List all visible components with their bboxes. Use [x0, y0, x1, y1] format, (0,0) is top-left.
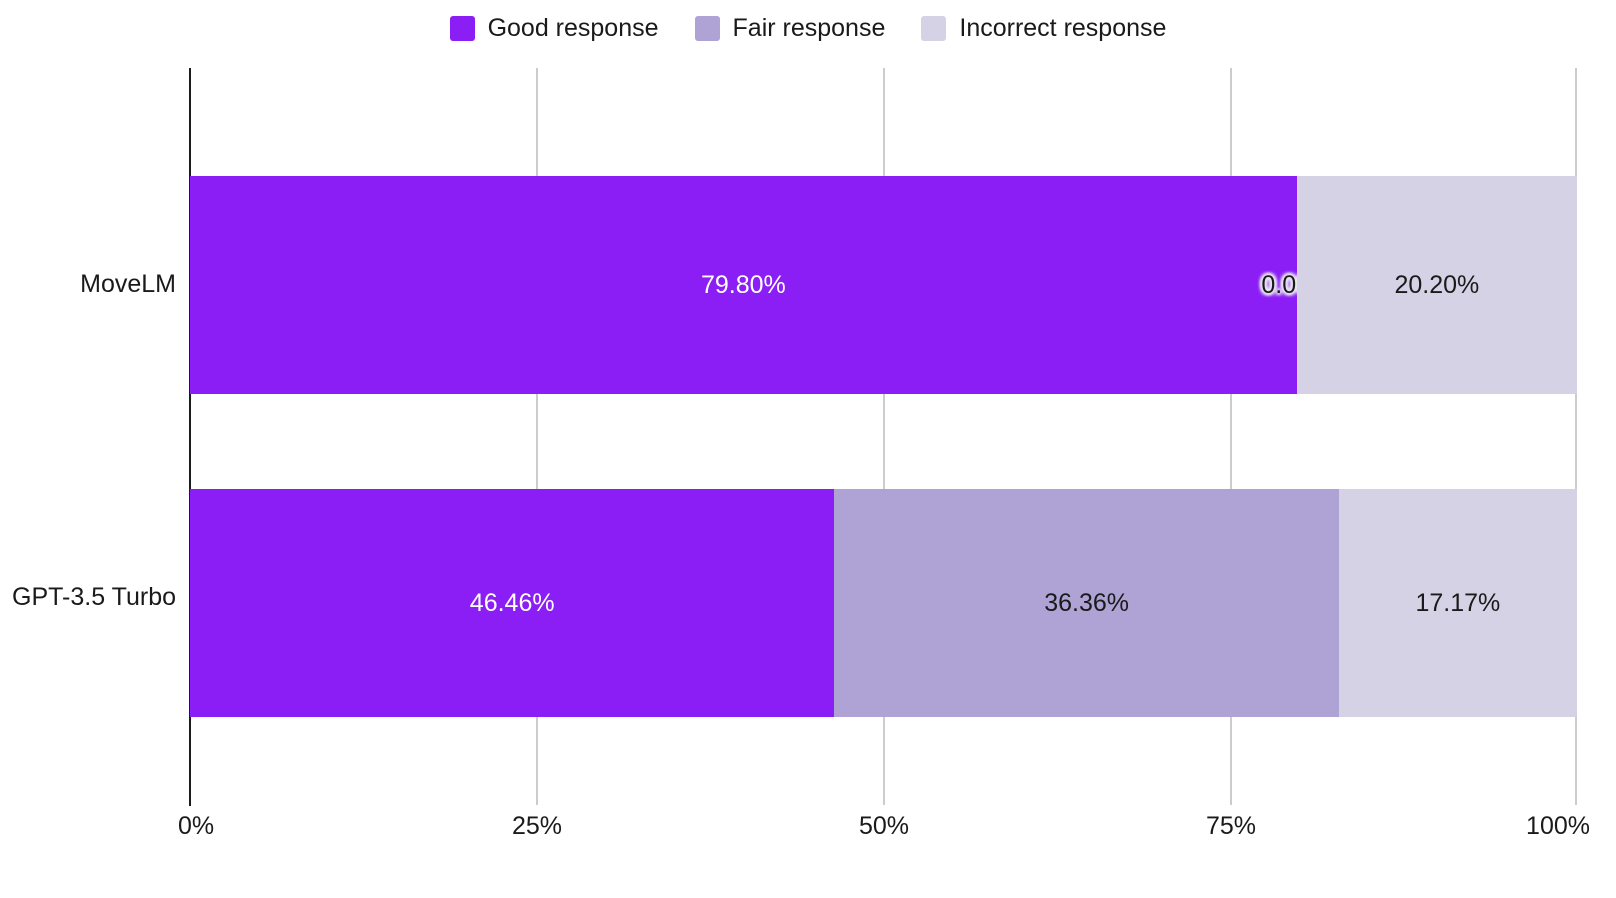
bar-segment-gpt35turbo-good[interactable]: 46.46% [190, 489, 835, 717]
bar-label-movelm-incorrect: 20.20% [1394, 270, 1480, 299]
bar-segment-gpt35turbo-fair[interactable]: 36.36% [834, 489, 1339, 717]
chart-plot: 79.80% 0.00% 20.20% 46.46% 36.36% 17.17%… [0, 0, 1616, 898]
x-axis-tick-0: 0% [178, 812, 215, 840]
bar-row-gpt35turbo[interactable]: 46.46% 36.36% 17.17% [190, 489, 1577, 717]
bar-row-movelm[interactable]: 79.80% 0.00% 20.20% [190, 176, 1577, 394]
bar-segment-movelm-incorrect[interactable]: 20.20% [1296, 176, 1577, 394]
x-axis-tick-75: 75% [1205, 812, 1257, 840]
x-axis-tick-25: 25% [511, 812, 563, 840]
y-axis-label-gpt35turbo: GPT-3.5 Turbo [12, 583, 176, 611]
bar-label-movelm-good: 79.80% [701, 270, 786, 299]
bar-segment-gpt35turbo-incorrect[interactable]: 17.17% [1338, 489, 1577, 717]
x-axis-tick-50: 50% [858, 812, 910, 840]
bar-label-gpt35turbo-fair: 36.36% [1044, 588, 1129, 617]
bar-label-gpt35turbo-good: 46.46% [469, 588, 555, 617]
y-axis-label-movelm: MoveLM [80, 270, 176, 298]
bar-label-gpt35turbo-incorrect: 17.17% [1415, 588, 1501, 617]
x-axis-tick-100: 100% [1526, 812, 1590, 840]
bar-segment-movelm-good[interactable]: 79.80% 0.00% [190, 176, 1332, 394]
